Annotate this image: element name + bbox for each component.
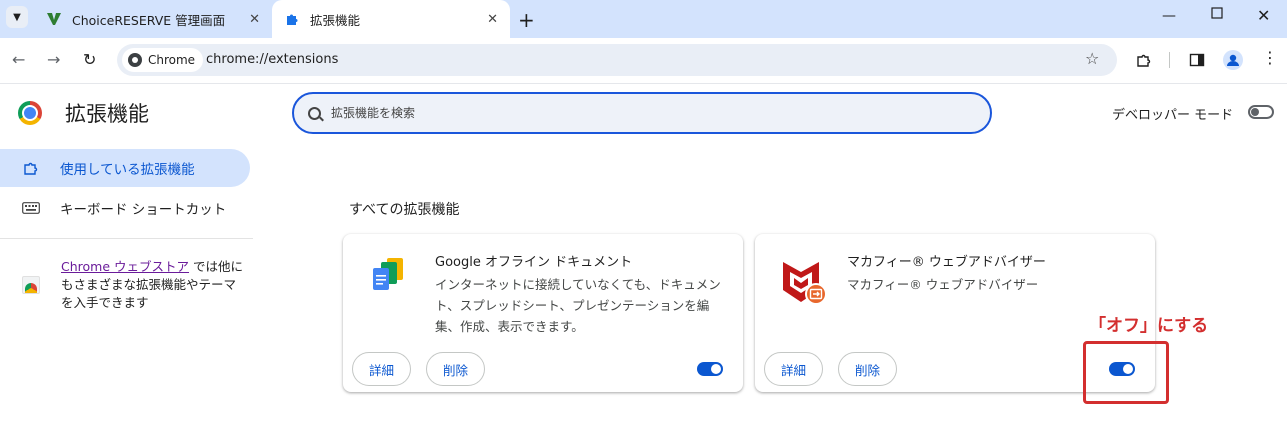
sidebar-divider [0,238,253,239]
site-chip[interactable]: Chrome [122,48,204,72]
web-store-promo: Chrome ウェブストア では他にもさまざまな拡張機能やテーマを入手できます [61,258,246,312]
details-button[interactable]: 詳細 [352,352,412,386]
extension-card-google-docs-offline: Google オフライン ドキュメント インターネットに接続していなくても、ドキ… [343,234,743,392]
sidebar-item-label: キーボード ショートカット [60,202,227,218]
remove-button[interactable]: 削除 [426,352,486,386]
web-store-icon [22,276,40,294]
new-tab-icon[interactable]: + [518,8,535,32]
back-arrow-icon[interactable]: ← [12,50,25,69]
remove-button[interactable]: 削除 [838,352,898,386]
extension-description: マカフィー® ウェブアドバイザー [847,277,1039,292]
tab-strip: ▼ ChoiceRESERVE 管理画面 ✕ 拡張機能 ✕ + — ✕ [0,0,1287,38]
google-docs-offline-icon [369,256,409,296]
puzzle-icon [284,11,300,27]
v-logo-icon [46,11,62,27]
close-icon[interactable]: ✕ [249,12,260,27]
address-bar[interactable]: Chrome chrome://extensions ☆ [117,44,1117,76]
annotation-label: 「オフ」にする [1089,316,1209,336]
tab-choicereserve[interactable]: ChoiceRESERVE 管理画面 ✕ [36,0,272,38]
chrome-icon [128,53,142,67]
side-panel-icon[interactable] [1189,52,1205,72]
toolbar-divider [1169,52,1170,68]
site-chip-label: Chrome [148,53,196,67]
developer-mode-label: デベロッパー モード [1112,108,1234,123]
extension-enable-toggle[interactable] [697,362,723,376]
sidebar-item-keyboard-shortcuts[interactable]: キーボード ショートカット [0,189,250,227]
minimize-icon[interactable]: — [1162,8,1176,24]
search-input[interactable] [331,106,931,120]
bookmark-star-icon[interactable]: ☆ [1085,49,1099,68]
extension-name: Google オフライン ドキュメント [435,255,633,270]
menu-kebab-icon[interactable]: ⋮ [1262,48,1278,67]
web-store-link[interactable]: Chrome ウェブストア [61,259,189,274]
toolbar: ← → ↻ Chrome chrome://extensions ☆ ⋮ [0,38,1287,84]
extension-name: マカフィー® ウェブアドバイザー [847,255,1046,270]
tab-search-button[interactable]: ▼ [6,6,28,28]
sidebar-item-extensions[interactable]: 使用している拡張機能 [0,149,250,187]
tab-title: ChoiceRESERVE 管理画面 [72,12,226,28]
extension-search-box[interactable] [292,92,992,134]
reload-icon[interactable]: ↻ [83,50,96,69]
details-button[interactable]: 詳細 [764,352,824,386]
chevron-down-icon: ▼ [13,11,21,23]
tab-title: 拡張機能 [310,12,361,28]
maximize-icon[interactable] [1211,7,1223,23]
sidebar-item-label: 使用している拡張機能 [60,162,195,178]
extension-description: インターネットに接続していなくても、ドキュメント、スプレッドシート、プレゼンテー… [435,277,721,334]
profile-avatar-icon[interactable] [1223,50,1243,74]
extensions-puzzle-icon[interactable] [1136,52,1152,72]
annotation-highlight-box [1083,341,1169,404]
url-text[interactable]: chrome://extensions [206,52,338,67]
section-title: すべての拡張機能 [349,202,460,218]
mcafee-webadvisor-icon [781,256,827,305]
window-close-icon[interactable]: ✕ [1257,6,1270,25]
puzzle-icon [22,160,40,176]
tab-extensions[interactable]: 拡張機能 ✕ [272,0,510,38]
keyboard-icon [22,200,40,216]
page-title: 拡張機能 [65,102,149,126]
developer-mode-toggle[interactable] [1248,105,1274,119]
close-icon[interactable]: ✕ [487,12,498,27]
search-icon [308,106,321,120]
chrome-logo-icon [18,101,42,125]
forward-arrow-icon[interactable]: → [47,50,60,69]
